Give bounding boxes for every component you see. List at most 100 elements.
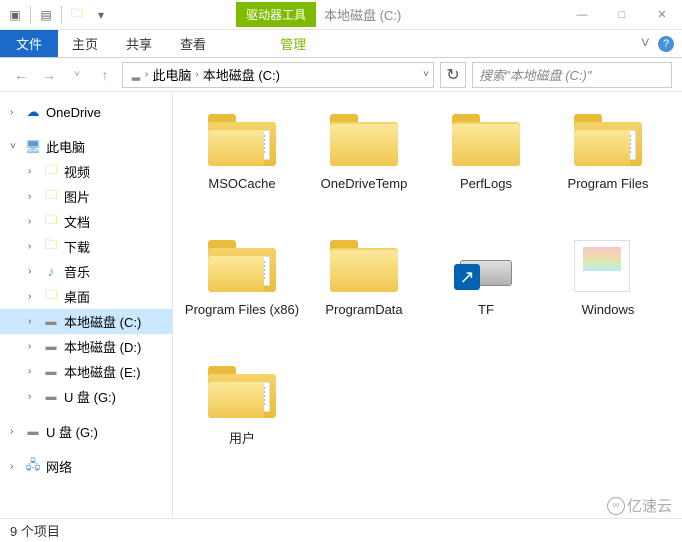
breadcrumb-pc[interactable]: 此电脑 xyxy=(148,65,195,84)
watermark-logo-icon: ∞ xyxy=(607,497,625,515)
chevron-right-icon[interactable]: › xyxy=(28,266,38,277)
recent-dropdown-icon[interactable]: ˅ xyxy=(66,64,88,86)
maximize-button[interactable]: □ xyxy=(602,0,642,30)
help-icon[interactable]: ? xyxy=(658,36,674,52)
ribbon-right: ˅ ? xyxy=(641,30,682,57)
window-title: 本地磁盘 (C:) xyxy=(324,5,401,24)
item-label: Program Files xyxy=(568,176,649,191)
nav-onedrive[interactable]: › ☁ OneDrive xyxy=(0,100,172,124)
chevron-right-icon[interactable]: › xyxy=(28,191,38,202)
folder-icon xyxy=(452,114,520,170)
tab-manage[interactable]: 管理 xyxy=(266,30,320,57)
nav-label: 本地磁盘 (C:) xyxy=(64,312,141,331)
nav-label: U 盘 (G:) xyxy=(46,422,98,441)
navigation-pane: › ☁ OneDrive ˅ 🖥 此电脑 › 🗀 视频 › 🗀 图片 xyxy=(0,92,173,518)
nav-downloads[interactable]: › 🗀 下载 xyxy=(0,234,172,259)
nav-label: OneDrive xyxy=(46,105,101,120)
chevron-right-icon[interactable]: › xyxy=(28,216,38,227)
properties-icon[interactable]: ▤ xyxy=(35,4,57,26)
nav-label: U 盘 (G:) xyxy=(64,387,116,406)
forward-button[interactable]: → xyxy=(38,64,60,86)
chevron-right-icon[interactable]: › xyxy=(28,391,38,402)
file-item[interactable]: Windows xyxy=(549,234,667,354)
tab-view[interactable]: 查看 xyxy=(166,30,220,57)
nav-label: 文档 xyxy=(64,212,90,231)
nav-usb-disk[interactable]: › ▬ U 盘 (G:) xyxy=(0,419,172,444)
nav-local-disk-d[interactable]: › ▬ 本地磁盘 (D:) xyxy=(0,334,172,359)
expand-ribbon-icon[interactable]: ˅ xyxy=(641,35,650,53)
nav-label: 下载 xyxy=(64,237,90,256)
chevron-right-icon[interactable]: › xyxy=(10,426,20,437)
chevron-right-icon[interactable]: › xyxy=(10,461,20,472)
file-item[interactable]: ↗TF xyxy=(427,234,545,354)
chevron-right-icon[interactable]: › xyxy=(10,107,20,118)
folder-docs-icon xyxy=(208,240,276,296)
minimize-button[interactable]: — xyxy=(562,0,602,30)
nav-label: 桌面 xyxy=(64,287,90,306)
file-item[interactable]: OneDriveTemp xyxy=(305,108,423,228)
nav-videos[interactable]: › 🗀 视频 xyxy=(0,159,172,184)
file-item[interactable]: PerfLogs xyxy=(427,108,545,228)
item-label: Windows xyxy=(582,302,635,317)
file-item[interactable]: 用户 xyxy=(183,360,301,480)
nav-this-pc[interactable]: ˅ 🖥 此电脑 xyxy=(0,134,172,159)
nav-desktop[interactable]: › 🗀 桌面 xyxy=(0,284,172,309)
tab-share[interactable]: 共享 xyxy=(112,30,166,57)
nav-documents[interactable]: › 🗀 文档 xyxy=(0,209,172,234)
file-item[interactable]: ProgramData xyxy=(305,234,423,354)
chevron-right-icon[interactable]: › xyxy=(28,341,38,352)
separator xyxy=(61,6,62,24)
item-label: TF xyxy=(478,302,494,317)
nav-label: 本地磁盘 (D:) xyxy=(64,337,141,356)
explorer-body: › ☁ OneDrive ˅ 🖥 此电脑 › 🗀 视频 › 🗀 图片 xyxy=(0,92,682,518)
close-button[interactable]: ✕ xyxy=(642,0,682,30)
ribbon-tabs: 文件 主页 共享 查看 管理 ˅ ? xyxy=(0,30,682,58)
nav-label: 此电脑 xyxy=(46,137,85,156)
app-icon[interactable]: ▣ xyxy=(4,4,26,26)
title-bar: ▣ ▤ 🗀 ▾ 驱动器工具 本地磁盘 (C:) — □ ✕ xyxy=(0,0,682,30)
search-placeholder: 搜索"本地磁盘 (C:)" xyxy=(479,65,592,84)
refresh-button[interactable]: ↻ xyxy=(440,62,466,88)
chevron-right-icon[interactable]: › xyxy=(28,241,38,252)
file-item[interactable]: Program Files xyxy=(549,108,667,228)
separator xyxy=(30,6,31,24)
breadcrumb-drive[interactable]: 本地磁盘 (C:) xyxy=(199,65,284,84)
nav-pictures[interactable]: › 🗀 图片 xyxy=(0,184,172,209)
up-button[interactable]: ↑ xyxy=(94,64,116,86)
file-item[interactable]: Program Files (x86) xyxy=(183,234,301,354)
chevron-right-icon[interactable]: › xyxy=(28,166,38,177)
address-dropdown-icon[interactable]: ˅ xyxy=(423,69,429,80)
usb-drive-icon: ▬ xyxy=(42,388,60,406)
qat-customize-icon[interactable]: ▾ xyxy=(90,4,112,26)
tab-home[interactable]: 主页 xyxy=(58,30,112,57)
folder-docs-icon xyxy=(574,114,642,170)
search-input[interactable]: 搜索"本地磁盘 (C:)" xyxy=(472,62,672,88)
folder-icon xyxy=(330,114,398,170)
item-label: OneDriveTemp xyxy=(321,176,408,191)
nav-label: 图片 xyxy=(64,187,90,206)
nav-network[interactable]: › 🖧 网络 xyxy=(0,454,172,479)
network-icon: 🖧 xyxy=(24,458,42,476)
chevron-right-icon[interactable]: › xyxy=(28,366,38,377)
drive-icon: ▂ xyxy=(127,66,145,84)
documents-folder-icon: 🗀 xyxy=(42,213,60,231)
file-item[interactable]: MSOCache xyxy=(183,108,301,228)
drive-icon: ▬ xyxy=(42,363,60,381)
tab-file[interactable]: 文件 xyxy=(0,30,58,57)
new-folder-icon[interactable]: 🗀 xyxy=(66,4,88,26)
back-button[interactable]: ← xyxy=(10,64,32,86)
file-list[interactable]: MSOCache OneDriveTemp PerfLogs Program File… xyxy=(173,92,682,518)
chevron-down-icon[interactable]: ˅ xyxy=(10,141,20,152)
chevron-right-icon[interactable]: › xyxy=(28,291,38,302)
nav-local-disk-e[interactable]: › ▬ 本地磁盘 (E:) xyxy=(0,359,172,384)
nav-local-disk-c[interactable]: › ▬ 本地磁盘 (C:) xyxy=(0,309,172,334)
breadcrumb-box[interactable]: ▂ › 此电脑 › 本地磁盘 (C:) ˅ xyxy=(122,62,434,88)
window-controls: — □ ✕ xyxy=(562,0,682,30)
nav-label: 视频 xyxy=(64,162,90,181)
downloads-folder-icon: 🗀 xyxy=(42,238,60,256)
chevron-right-icon[interactable]: › xyxy=(28,316,38,327)
drive-icon: ▬ xyxy=(42,338,60,356)
nav-music[interactable]: › ♪ 音乐 xyxy=(0,259,172,284)
nav-usb-disk-g[interactable]: › ▬ U 盘 (G:) xyxy=(0,384,172,409)
ribbon-context-tab[interactable]: 驱动器工具 xyxy=(236,2,316,27)
